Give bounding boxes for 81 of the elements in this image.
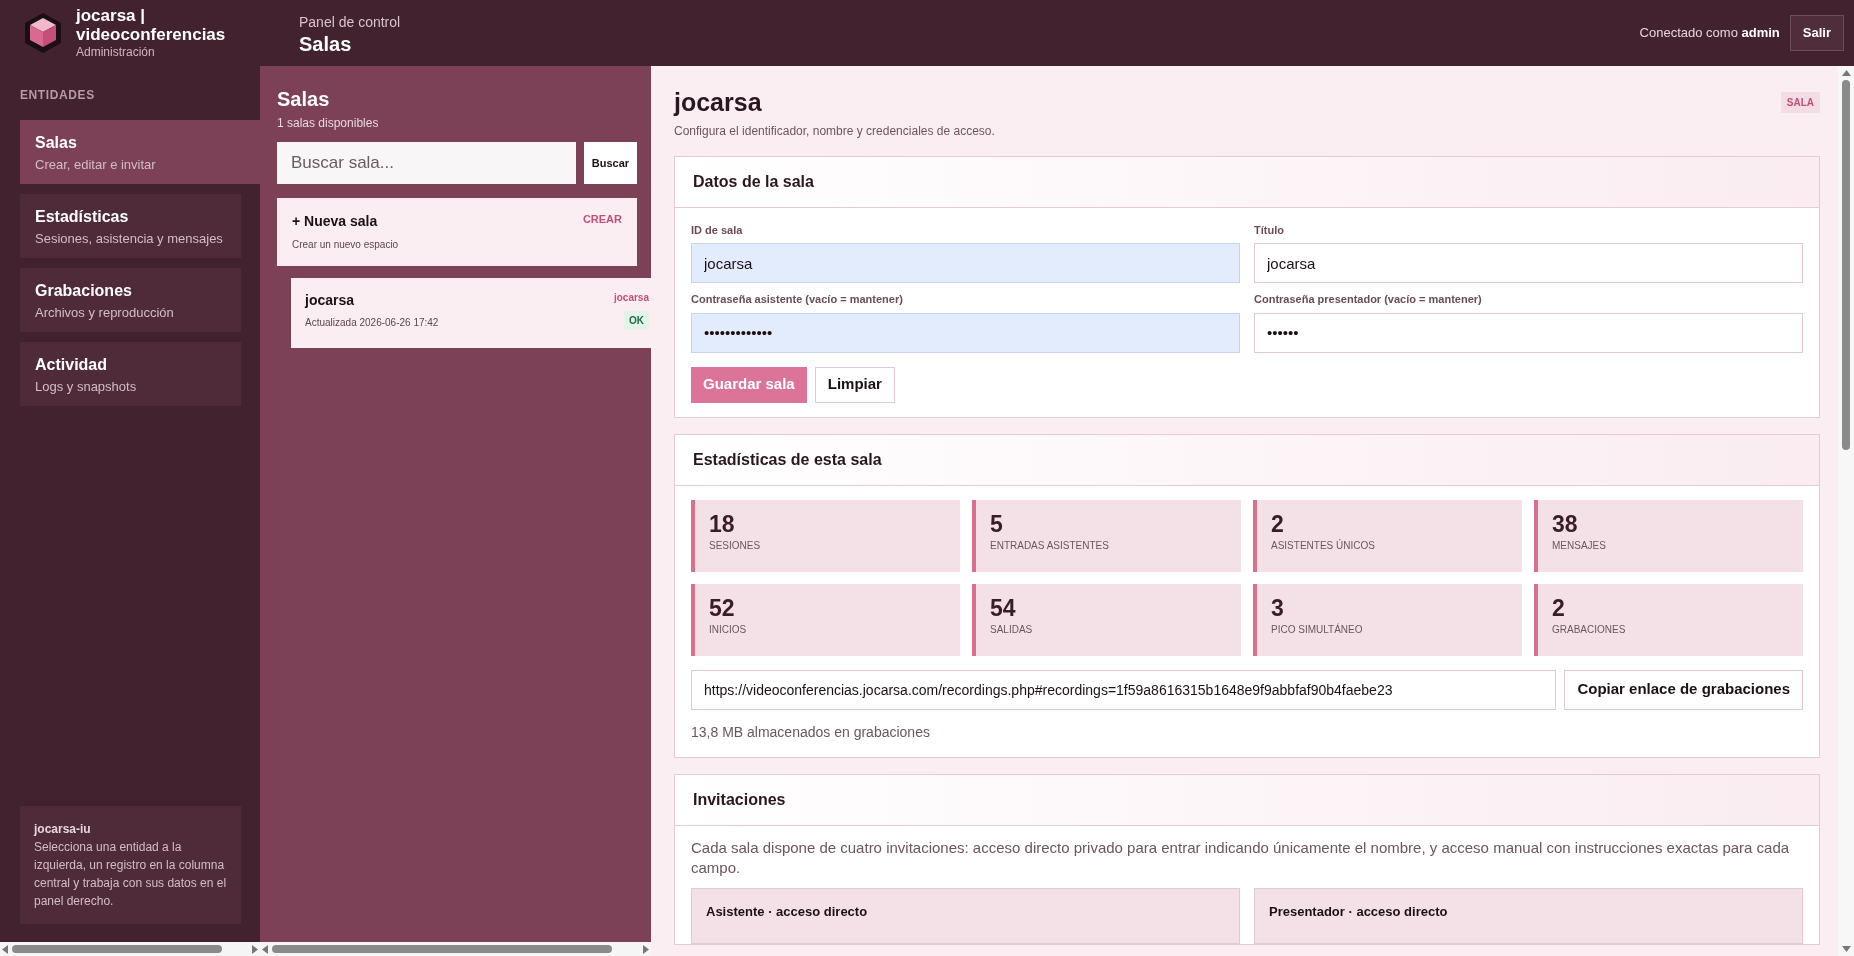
scrollbar-thumb[interactable] — [12, 945, 222, 953]
stat-label: SALIDAS — [990, 622, 1034, 637]
section-heading: ENTIDADES — [20, 87, 96, 104]
room-list-item[interactable]: jocarsa Actualizada 2026-06-26 17:42 jocarsa OK — [291, 278, 651, 348]
search-button[interactable]: Buscar — [584, 142, 637, 184]
room-name: jocarsa — [305, 291, 356, 310]
stat-label: ASISTENTES ÚNICOS — [1271, 538, 1376, 553]
field-label: Título — [1254, 222, 1285, 238]
type-badge: SALA — [1780, 92, 1820, 113]
recordings-link-field[interactable]: https://videoconferencias.jocarsa.com/recordings.php#recordings=1f59a8616315b1648e9f9abbfaf90b4faebe23 — [691, 669, 1557, 710]
sidebar-item[interactable]: Actividad Logs y snapshots — [20, 342, 241, 406]
new-room-subtitle: Crear un nuevo espacio — [292, 238, 400, 252]
info-text: Selecciona una entidad a la izquierda, un registro en la columna central y trabaja con sus datos en el panel derecho. — [34, 839, 227, 910]
section-title: Datos de la sala — [675, 156, 1819, 208]
user-status: Conectado como admin — [1639, 24, 1780, 43]
item-subtitle: Sesiones, asistencia y mensajes — [35, 230, 224, 248]
field-label: Contraseña presentador (vacío = mantener) — [1254, 292, 1483, 307]
section-title: Estadísticas de esta sala — [675, 434, 1819, 486]
room-updated: Actualizada 2026-06-26 17:42 — [305, 316, 439, 330]
scroll-right-icon[interactable] — [252, 944, 258, 954]
info-title: jocarsa-iu — [34, 821, 92, 838]
sidebar-item[interactable]: Salas Crear, editar e invitar — [20, 120, 260, 184]
input-field[interactable]: •••••• — [1254, 312, 1803, 353]
scrollbar-thumb[interactable] — [1842, 80, 1850, 450]
stat-label: ENTRADAS ASISTENTES — [990, 538, 1110, 553]
item-title: Grabaciones — [35, 281, 133, 301]
invitation-title: Asistente · acceso directo — [706, 903, 868, 919]
stat-value: 18 — [709, 509, 736, 538]
breadcrumb: Panel de control — [299, 12, 401, 32]
stat-label: INICIOS — [709, 622, 748, 637]
sidebar-item[interactable]: Grabaciones Archivos y reproducción — [20, 268, 241, 332]
item-title: Salas — [35, 133, 78, 153]
scroll-left-icon[interactable] — [2, 944, 8, 954]
section-title: Invitaciones — [675, 774, 1819, 826]
stat-label: MENSAJES — [1552, 538, 1607, 553]
field-label: Contraseña asistente (vacío = mantener) — [691, 292, 904, 307]
stat-value: 54 — [990, 593, 1017, 622]
storage-text: 13,8 MB almacenados en grabaciones — [691, 722, 931, 742]
room-tag: jocarsa — [613, 290, 649, 305]
stat-label: GRABACIONES — [1552, 622, 1627, 637]
stat-value: 5 — [990, 509, 1004, 538]
item-subtitle: Archivos y reproducción — [35, 304, 175, 322]
stat-value: 38 — [1552, 509, 1579, 538]
field-label: ID de sala — [691, 222, 744, 238]
stat-value: 3 — [1271, 593, 1285, 622]
copy-link-button[interactable]: Copiar enlace de grabaciones — [1564, 669, 1803, 710]
page-title: Salas — [299, 32, 353, 55]
input-field[interactable]: jocarsa — [691, 243, 1240, 283]
logout-button[interactable]: Salir — [1789, 15, 1844, 51]
scroll-right-icon[interactable] — [643, 944, 649, 954]
item-subtitle: Crear, editar e invitar — [35, 156, 157, 174]
detail-title: jocarsa — [674, 87, 762, 118]
cube-logo-icon — [24, 12, 62, 54]
status-badge: OK — [624, 311, 649, 330]
scroll-left-icon[interactable] — [262, 944, 268, 954]
invitations-text: Cada sala dispone de cuatro invitaciones: acceso directo privado para entrar indicando únicamente el nombre, y acceso manual con instrucciones exactas para cada campo. — [691, 837, 1791, 878]
stat-value: 2 — [1552, 593, 1566, 622]
input-field[interactable]: jocarsa — [1254, 243, 1803, 283]
detail-subtitle: Configura el identificador, nombre y credenciales de acceso. — [674, 122, 996, 140]
create-label: CREAR — [582, 212, 622, 227]
stat-label: PICO SIMULTÁNEO — [1271, 622, 1364, 637]
new-room-card[interactable]: + Nueva sala CREAR Crear un nuevo espacio — [277, 198, 637, 266]
stat-label: SESIONES — [709, 538, 762, 553]
scroll-up-icon[interactable] — [1841, 70, 1851, 76]
stat-value: 2 — [1271, 509, 1285, 538]
sidebar-item[interactable]: Estadísticas Sesiones, asistencia y mensajes — [20, 194, 241, 258]
stat-value: 52 — [709, 593, 736, 622]
search-field[interactable]: Buscar sala... — [277, 142, 576, 184]
item-subtitle: Logs y snapshots — [35, 378, 138, 396]
item-title: Actividad — [35, 355, 108, 375]
invitation-title: Presentador · acceso directo — [1269, 903, 1448, 919]
list-count: 1 salas disponibles — [277, 115, 380, 132]
clear-button[interactable]: Limpiar — [814, 366, 895, 403]
new-room-title: + Nueva sala — [292, 212, 378, 231]
input-field[interactable]: ••••••••••••• — [691, 312, 1240, 353]
item-title: Estadísticas — [35, 207, 130, 227]
scrollbar-thumb[interactable] — [272, 945, 612, 953]
list-title: Salas — [277, 87, 331, 112]
brand-title: jocarsa | videoconferencias — [76, 6, 227, 44]
scroll-down-icon[interactable] — [1841, 946, 1851, 952]
brand-subtitle: Administración — [76, 44, 156, 60]
